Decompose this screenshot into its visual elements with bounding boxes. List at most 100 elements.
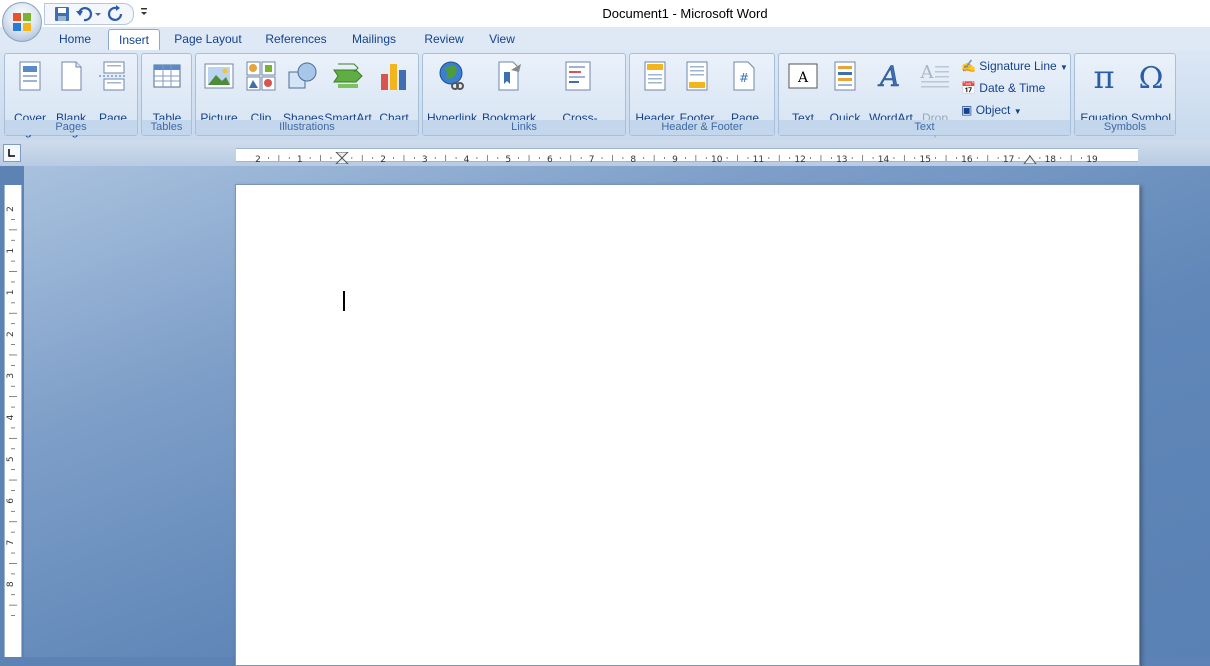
- bookmark-icon: [498, 61, 521, 91]
- signature-line-label: Signature Line: [979, 59, 1057, 73]
- dropdown-arrow-icon: ▼: [1060, 63, 1068, 72]
- ruler-tick-label: 4: [464, 155, 470, 164]
- ribbon: Cover Page ▼ Blank Page Page: [0, 50, 1210, 140]
- vertical-ruler[interactable]: 2 1 1 2 3 4 5 6 7 8: [4, 185, 22, 657]
- ribbon-tab-bar: Home Insert Page Layout References Maili…: [0, 27, 1210, 52]
- tab-page-layout[interactable]: Page Layout: [170, 29, 246, 50]
- ruler-tick-label: 1: [6, 290, 16, 296]
- table-icon: [153, 64, 181, 88]
- undo-icon[interactable]: [75, 5, 93, 23]
- cross-reference-icon: [565, 61, 591, 91]
- group-header-footer: Header ▼ Footer ▼ # Page: [629, 53, 775, 138]
- tab-mailings[interactable]: Mailings: [345, 29, 403, 50]
- ruler-tick-label: 9: [672, 155, 678, 164]
- group-pages: Cover Page ▼ Blank Page Page: [4, 53, 138, 138]
- object-label: Object: [975, 103, 1011, 117]
- group-tables: Table ▼ Tables: [141, 53, 192, 136]
- ruler-tick-label: 8: [630, 155, 636, 164]
- group-label-illustrations: Illustrations: [196, 120, 418, 135]
- pi-icon: π: [1093, 60, 1114, 92]
- group-label-text: Text: [779, 120, 1070, 135]
- ruler-tick-label: 3: [422, 155, 428, 164]
- ruler-tick-label: 11: [753, 155, 764, 164]
- page-number-icon: #: [733, 61, 755, 91]
- office-button[interactable]: [2, 2, 42, 42]
- tab-references[interactable]: References: [260, 29, 332, 50]
- ruler-tick-label: 19: [1086, 155, 1098, 164]
- ruler-tick-label: 3: [6, 373, 16, 379]
- date-time-label: Date & Time: [979, 81, 1046, 95]
- tab-review[interactable]: Review: [419, 29, 469, 50]
- footer-icon: [686, 61, 708, 91]
- group-label-links: Links: [423, 120, 625, 135]
- group-label-symbols: Symbols: [1075, 120, 1175, 135]
- ruler-area: 2112345678910111213141516171819: [0, 140, 1210, 166]
- date-time-icon: 📅: [961, 81, 976, 95]
- ruler-tick-label: 16: [961, 155, 973, 164]
- ruler-tick-label: 2: [6, 331, 16, 337]
- ruler-tick-label: 6: [547, 155, 553, 164]
- ruler-tick-label: 5: [6, 456, 16, 462]
- smartart-icon: [333, 63, 363, 88]
- window-title: Document1 - Microsoft Word: [602, 6, 768, 21]
- left-tab-icon: [8, 149, 15, 157]
- ruler-tick-label: 13: [836, 155, 847, 164]
- title-bar: Document1 - Microsoft Word: [0, 0, 1210, 27]
- group-illustrations: Picture Clip Art: [195, 53, 419, 138]
- hyperlink-icon: [439, 61, 464, 90]
- horizontal-ruler[interactable]: 2112345678910111213141516171819: [236, 148, 1138, 165]
- ruler-tick-label: 15: [919, 155, 930, 164]
- undo-dropdown-icon[interactable]: [93, 5, 103, 23]
- svg-text:Ω: Ω: [1139, 61, 1164, 92]
- save-icon[interactable]: [53, 5, 71, 23]
- signature-line-button[interactable]: ✍ Signature Line ▼: [961, 57, 1068, 75]
- tab-stop-selector[interactable]: [3, 144, 21, 162]
- shapes-icon: [288, 62, 317, 89]
- group-text: A Text Box ▼ Quick Parts ▼ A: [778, 53, 1071, 138]
- group-links: Hyperlink Bookmark Cross-reference: [422, 53, 626, 138]
- ruler-tick-label: 14: [878, 155, 890, 164]
- ruler-tick-label: 5: [505, 155, 511, 164]
- ruler-tick-label: 18: [1045, 155, 1057, 164]
- group-label-pages: Pages: [5, 120, 137, 135]
- ruler-tick-label: 7: [6, 540, 16, 546]
- svg-text:A: A: [877, 60, 900, 92]
- ruler-tick-label: 1: [6, 248, 16, 254]
- blank-page-icon: [61, 61, 82, 91]
- group-label-tables: Tables: [142, 120, 191, 135]
- cover-page-icon: [19, 61, 41, 91]
- document-page[interactable]: [235, 184, 1140, 666]
- picture-icon: [204, 63, 234, 89]
- object-button[interactable]: ▣ Object ▼: [961, 101, 1022, 119]
- clip-art-icon: [246, 61, 276, 91]
- ruler-tick-label: 10: [711, 155, 723, 164]
- svg-text:A: A: [920, 62, 935, 83]
- ruler-tick-label: 2: [380, 155, 386, 164]
- group-symbols: π Equation ▼ Ω Symbol ▼ Symbols: [1074, 53, 1176, 136]
- ruler-tick-label: 12: [794, 155, 805, 164]
- tab-insert[interactable]: Insert: [108, 29, 160, 52]
- dropdown-arrow-icon: ▼: [1013, 107, 1022, 116]
- redo-icon[interactable]: [107, 5, 125, 23]
- text-cursor: [343, 291, 345, 311]
- vertical-ruler-scale: 2 1 1 2 3 4 5 6 7 8: [6, 206, 17, 616]
- group-label-header-footer: Header & Footer: [630, 120, 774, 135]
- svg-text:A: A: [797, 70, 809, 86]
- horizontal-ruler-scale: 2112345678910111213141516171819: [255, 151, 1098, 165]
- tab-view[interactable]: View: [483, 29, 521, 50]
- page-break-icon: [99, 61, 127, 91]
- wordart-icon: A: [877, 60, 901, 92]
- ruler-tick-label: 6: [6, 498, 16, 504]
- quick-access-toolbar: [44, 3, 134, 25]
- customize-qat-icon[interactable]: [138, 5, 150, 19]
- right-indent-marker[interactable]: [1023, 155, 1037, 165]
- tab-home[interactable]: Home: [52, 29, 98, 50]
- ruler-tick-label: 7: [589, 155, 595, 164]
- date-time-button[interactable]: 📅 Date & Time: [961, 79, 1045, 97]
- omega-icon: Ω: [1139, 61, 1164, 92]
- svg-text:π: π: [1093, 60, 1114, 92]
- signature-line-icon: ✍: [961, 59, 976, 73]
- text-box-icon: A: [788, 63, 818, 89]
- office-logo-icon: [13, 13, 31, 31]
- ruler-tick-label: 2: [255, 155, 261, 164]
